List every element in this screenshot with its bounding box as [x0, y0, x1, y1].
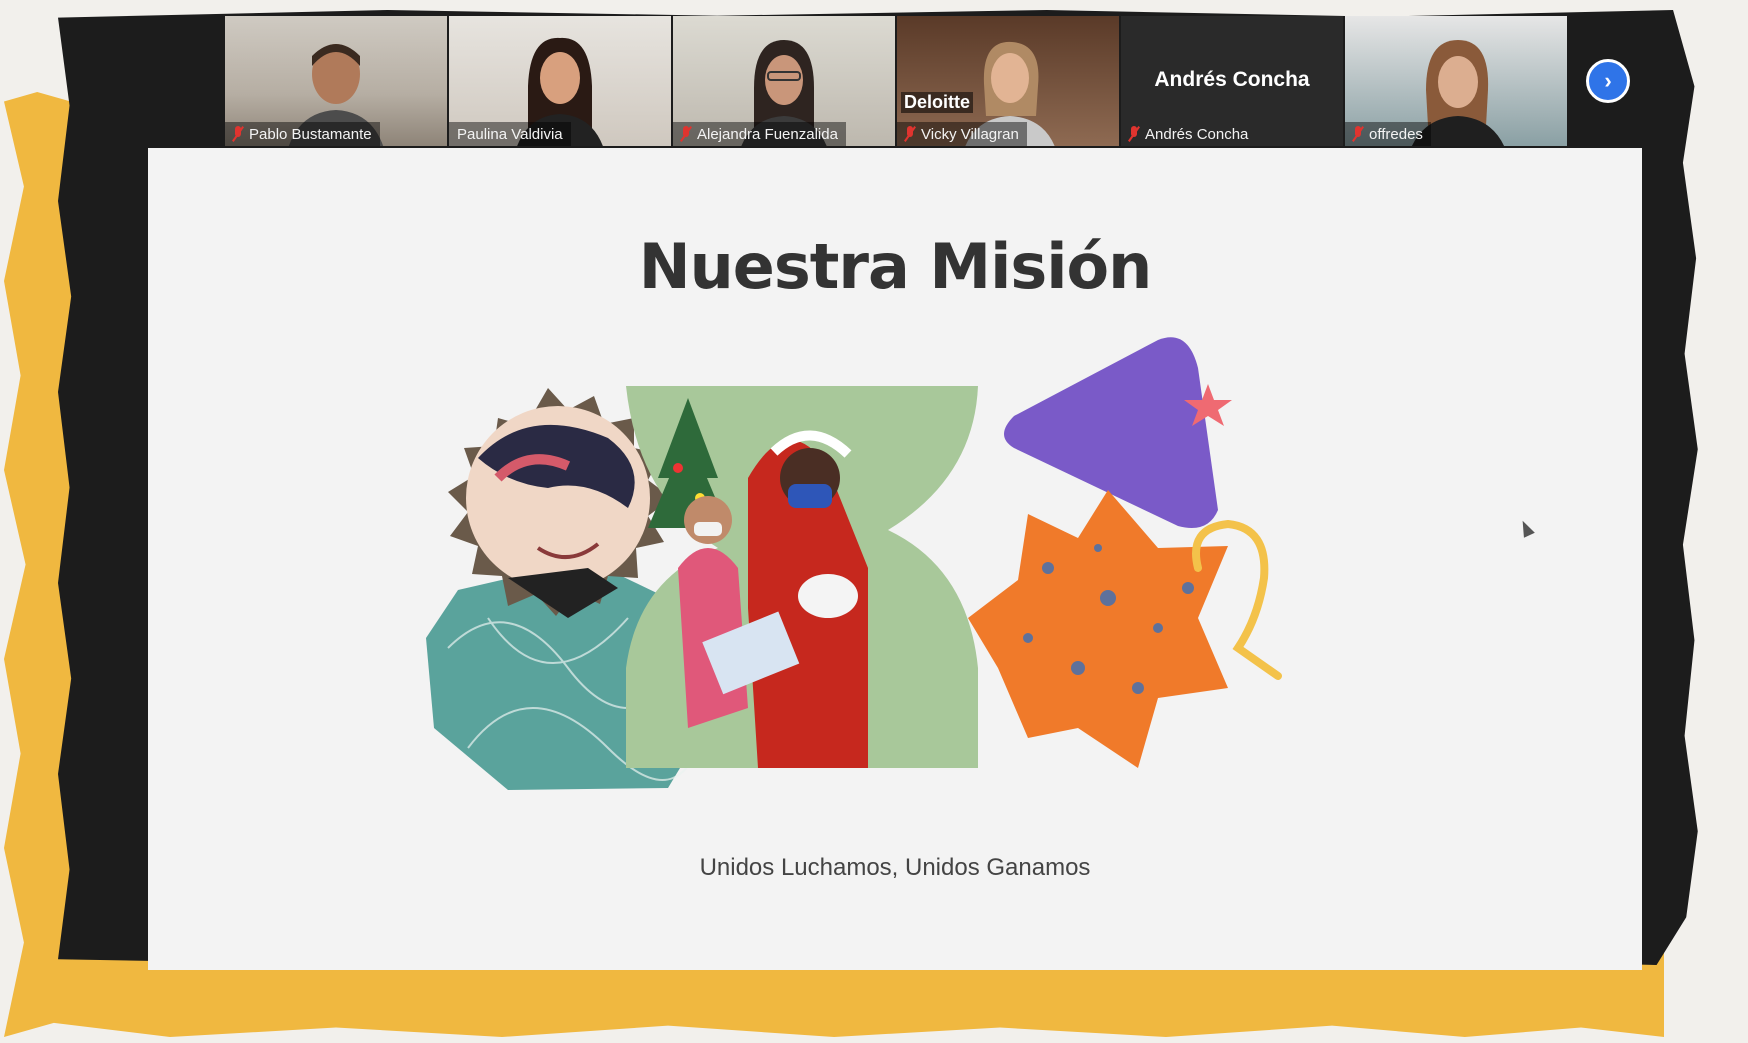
- purple-hat-shape: [1004, 337, 1232, 528]
- participant-name: Alejandra Fuenzalida: [697, 125, 838, 143]
- participant-tile[interactable]: Paulina Valdivia: [449, 16, 671, 146]
- mic-muted-icon: [905, 126, 915, 142]
- participant-name-bar: Alejandra Fuenzalida: [673, 122, 846, 146]
- participant-strip: Pablo Bustamante Paulina Valdivia Alejan…: [225, 16, 1567, 146]
- participant-name: Pablo Bustamante: [249, 125, 372, 143]
- participant-name-bar: Vicky Villagran: [897, 122, 1027, 146]
- participant-tile[interactable]: Pablo Bustamante: [225, 16, 447, 146]
- participant-tile[interactable]: offredes: [1345, 16, 1567, 146]
- christmas-santa-photo: [626, 386, 978, 768]
- next-page-button[interactable]: ›: [1586, 59, 1630, 103]
- participant-name: Andrés Concha: [1145, 125, 1249, 143]
- participant-tile[interactable]: Alejandra Fuenzalida: [673, 16, 895, 146]
- slide-subtitle: Unidos Luchamos, Unidos Ganamos: [699, 854, 1091, 881]
- participant-name-bar: Paulina Valdivia: [449, 122, 571, 146]
- participant-name: offredes: [1369, 125, 1423, 143]
- participant-name: Vicky Villagran: [921, 125, 1019, 143]
- deloitte-logo: Deloitte: [901, 92, 974, 113]
- participant-name-bar: offredes: [1345, 122, 1431, 146]
- participant-name: Paulina Valdivia: [457, 125, 563, 143]
- participant-display-name: Andrés Concha: [1154, 68, 1310, 91]
- participant-tile[interactable]: Deloitte Vicky Villagran: [897, 16, 1119, 146]
- orange-star-shape: [968, 490, 1228, 768]
- mic-muted-icon: [233, 126, 243, 142]
- shared-slide: Nuestra Misión Unidos Luchamos, Unidos G…: [148, 148, 1642, 970]
- participant-tile-camera-off[interactable]: Andrés Concha Andrés Concha: [1121, 16, 1343, 146]
- chevron-right-icon: ›: [1604, 68, 1612, 93]
- mic-muted-icon: [681, 126, 691, 142]
- slide-collage: [426, 337, 1282, 790]
- mic-muted-icon: [1129, 126, 1139, 142]
- participant-name-bar: Andrés Concha: [1121, 122, 1256, 146]
- mic-muted-icon: [1353, 126, 1363, 142]
- participant-name-bar: Pablo Bustamante: [225, 122, 380, 146]
